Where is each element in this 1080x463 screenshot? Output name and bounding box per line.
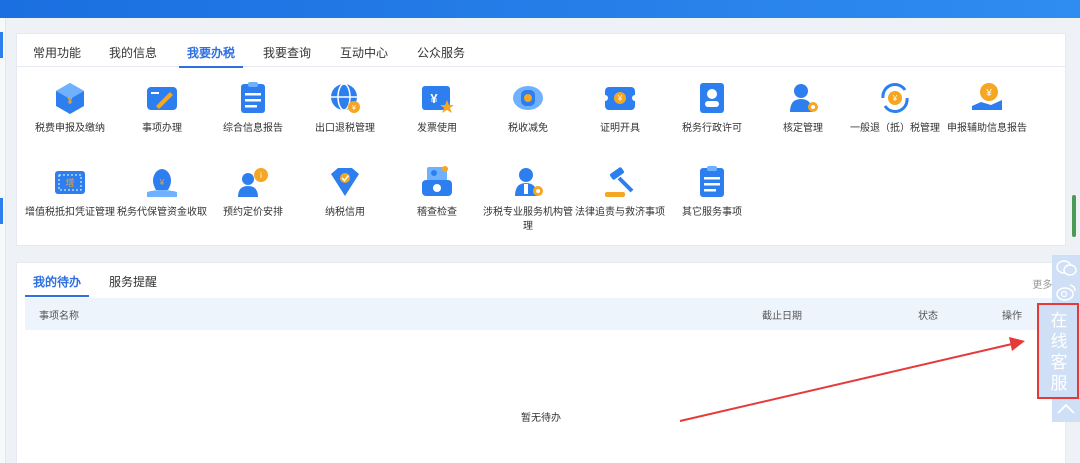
func-verify-manage[interactable]: 核定管理 (758, 80, 848, 136)
report-icon (241, 82, 265, 113)
svg-text:¥: ¥ (430, 91, 438, 106)
func-invoice[interactable]: ¥ 发票使用 (392, 80, 482, 136)
tab-my-todo[interactable]: 我的待办 (24, 273, 90, 297)
verify-manage-icon (790, 84, 818, 112)
tab-interaction-center[interactable]: 互动中心 (340, 44, 388, 61)
tab-query[interactable]: 我要查询 (263, 44, 311, 61)
function-tabs: 常用功能 我的信息 我要办税 我要查询 互动中心 公众服务 (17, 34, 1065, 68)
todo-panel: 我的待办 服务提醒 更多 > 事项名称 截止日期 状态 操作 暂无待办 (16, 262, 1066, 463)
svg-text:增: 增 (65, 177, 74, 188)
tax-relief-icon (513, 86, 543, 110)
func-refund[interactable]: ¥ 一般退（抵）税管理 (850, 80, 940, 136)
online-customer-service-button[interactable]: 在 线 客 服 (1037, 303, 1079, 399)
svg-text:¥: ¥ (67, 96, 72, 106)
empty-todo-message: 暂无待办 (521, 413, 561, 424)
func-export-refund[interactable]: ¥ 出口退税管理 (300, 80, 390, 136)
inspection-icon (422, 166, 452, 196)
tab-service-reminder[interactable]: 服务提醒 (109, 273, 157, 290)
func-custody-fund[interactable]: ¥ 税务代保管资金收取 (117, 164, 207, 220)
func-tax-relief[interactable]: 税收减免 (483, 80, 573, 136)
col-status: 状态 (918, 311, 938, 322)
refund-icon: ¥ (881, 83, 909, 113)
certificate-icon: ¥ (602, 87, 638, 110)
tab-common-functions[interactable]: 常用功能 (33, 44, 81, 61)
func-certificate[interactable]: ¥ 证明开具 (575, 80, 665, 136)
func-permit[interactable]: 税务行政许可 (667, 80, 757, 136)
func-tax-declare[interactable]: ¥ 税费申报及缴纳 (25, 80, 115, 136)
custody-fund-icon: ¥ (147, 169, 177, 197)
tab-my-info[interactable]: 我的信息 (109, 44, 157, 61)
func-legal[interactable]: 法律追责与救济事项 (575, 164, 665, 220)
col-matter-name: 事项名称 (39, 311, 79, 322)
svg-text:¥: ¥ (892, 94, 898, 103)
svg-text:¥: ¥ (617, 94, 623, 103)
pricing-arrangement-icon: i (238, 168, 268, 197)
func-credit[interactable]: 纳税信用 (300, 164, 390, 220)
left-nav-marker (0, 198, 3, 224)
cs-char-3: 客 (1050, 353, 1068, 373)
todo-table-header: 事项名称 截止日期 状态 操作 (25, 298, 1061, 330)
func-pricing-arrangement[interactable]: i 预约定价安排 (208, 164, 298, 220)
svg-text:¥: ¥ (985, 88, 992, 99)
tab-handle-tax[interactable]: 我要办税 (178, 44, 244, 68)
chevron-up-icon[interactable] (1052, 398, 1080, 420)
matter-handle-icon (147, 87, 177, 110)
func-aux-report[interactable]: ¥ 申报辅助信息报告 (942, 80, 1032, 136)
aux-report-icon: ¥ (972, 83, 1002, 110)
vat-deduction-icon: 增 (55, 171, 85, 194)
permit-icon (700, 83, 724, 113)
wechat-icon[interactable] (1052, 257, 1080, 279)
cs-char-4: 服 (1050, 374, 1068, 394)
tax-declare-icon: ¥ (56, 83, 84, 114)
page-scrollbar[interactable] (1072, 195, 1076, 237)
top-header-bar (0, 0, 1080, 18)
cs-char-2: 线 (1050, 332, 1068, 352)
col-deadline: 截止日期 (762, 311, 802, 322)
col-action: 操作 (1002, 311, 1022, 322)
left-nav-marker (0, 32, 3, 58)
tax-function-panel: 常用功能 我的信息 我要办税 我要查询 互动中心 公众服务 ¥ 税费申报及缴纳 … (16, 33, 1066, 246)
func-matter-handle[interactable]: 事项办理 (117, 80, 207, 136)
todo-tabs: 我的待办 服务提醒 更多 > (17, 263, 1065, 297)
left-nav-strip (0, 18, 6, 463)
invoice-icon: ¥ (422, 86, 454, 113)
func-inspection[interactable]: 稽查检查 (392, 164, 482, 220)
cs-char-1: 在 (1050, 311, 1068, 331)
func-report[interactable]: 综合信息报告 (208, 80, 298, 136)
weibo-icon[interactable] (1052, 281, 1080, 303)
other-service-icon (700, 166, 724, 197)
export-refund-icon: ¥ (331, 83, 360, 113)
svg-text:i: i (260, 171, 262, 180)
func-agency-manage[interactable]: 涉税专业服务机构管理 (483, 164, 573, 234)
func-other-service[interactable]: 其它服务事项 (667, 164, 757, 220)
tab-public-service[interactable]: 公众服务 (417, 44, 465, 61)
gavel-icon (605, 167, 634, 197)
func-vat-deduction[interactable]: 增 增值税抵扣凭证管理 (25, 164, 115, 220)
svg-text:¥: ¥ (159, 178, 165, 187)
credit-icon (331, 168, 359, 196)
svg-text:¥: ¥ (352, 105, 356, 112)
agency-manage-icon (515, 168, 543, 196)
